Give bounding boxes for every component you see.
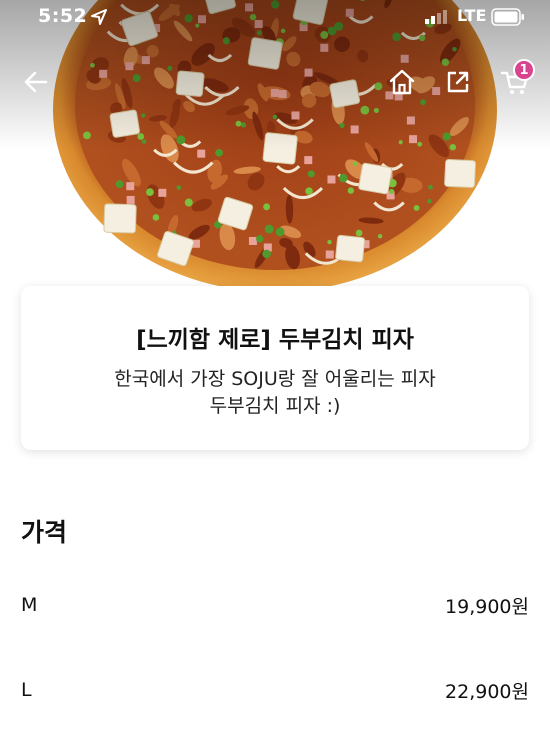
signal-icon: [425, 10, 447, 24]
home-button[interactable]: [384, 64, 420, 100]
arrow-left-icon: [24, 71, 48, 93]
description-line-2: 두부김치 피자 :): [209, 395, 341, 417]
back-button[interactable]: [18, 64, 54, 100]
price-section-title: 가격: [21, 518, 68, 547]
product-info-card: [느끼함 제로] 두부김치 피자 한국에서 가장 SOJU랑 잘 어울리는 피자…: [21, 286, 529, 450]
price-option-l[interactable]: L 22,900원: [21, 670, 529, 710]
share-button[interactable]: [440, 64, 476, 100]
price-option-m[interactable]: M 19,900원: [21, 585, 529, 625]
product-description: 한국에서 가장 SOJU랑 잘 어울리는 피자 두부김치 피자 :): [21, 366, 529, 420]
home-icon: [389, 69, 415, 95]
status-bar: 5:52 LTE: [0, 0, 550, 36]
battery-icon: [491, 8, 524, 26]
location-arrow-icon: [91, 9, 107, 25]
network-type: LTE: [457, 6, 487, 25]
share-icon: [447, 71, 469, 93]
price-value: 19,900원: [445, 595, 529, 618]
product-title: [느끼함 제로] 두부김치 피자: [136, 327, 414, 353]
size-label: L: [21, 679, 32, 701]
price-value: 22,900원: [445, 680, 529, 703]
cart-count-badge: 1: [513, 59, 535, 81]
size-label: M: [21, 594, 38, 616]
description-line-1: 한국에서 가장 SOJU랑 잘 어울리는 피자: [114, 368, 436, 390]
status-time: 5:52: [38, 5, 88, 27]
